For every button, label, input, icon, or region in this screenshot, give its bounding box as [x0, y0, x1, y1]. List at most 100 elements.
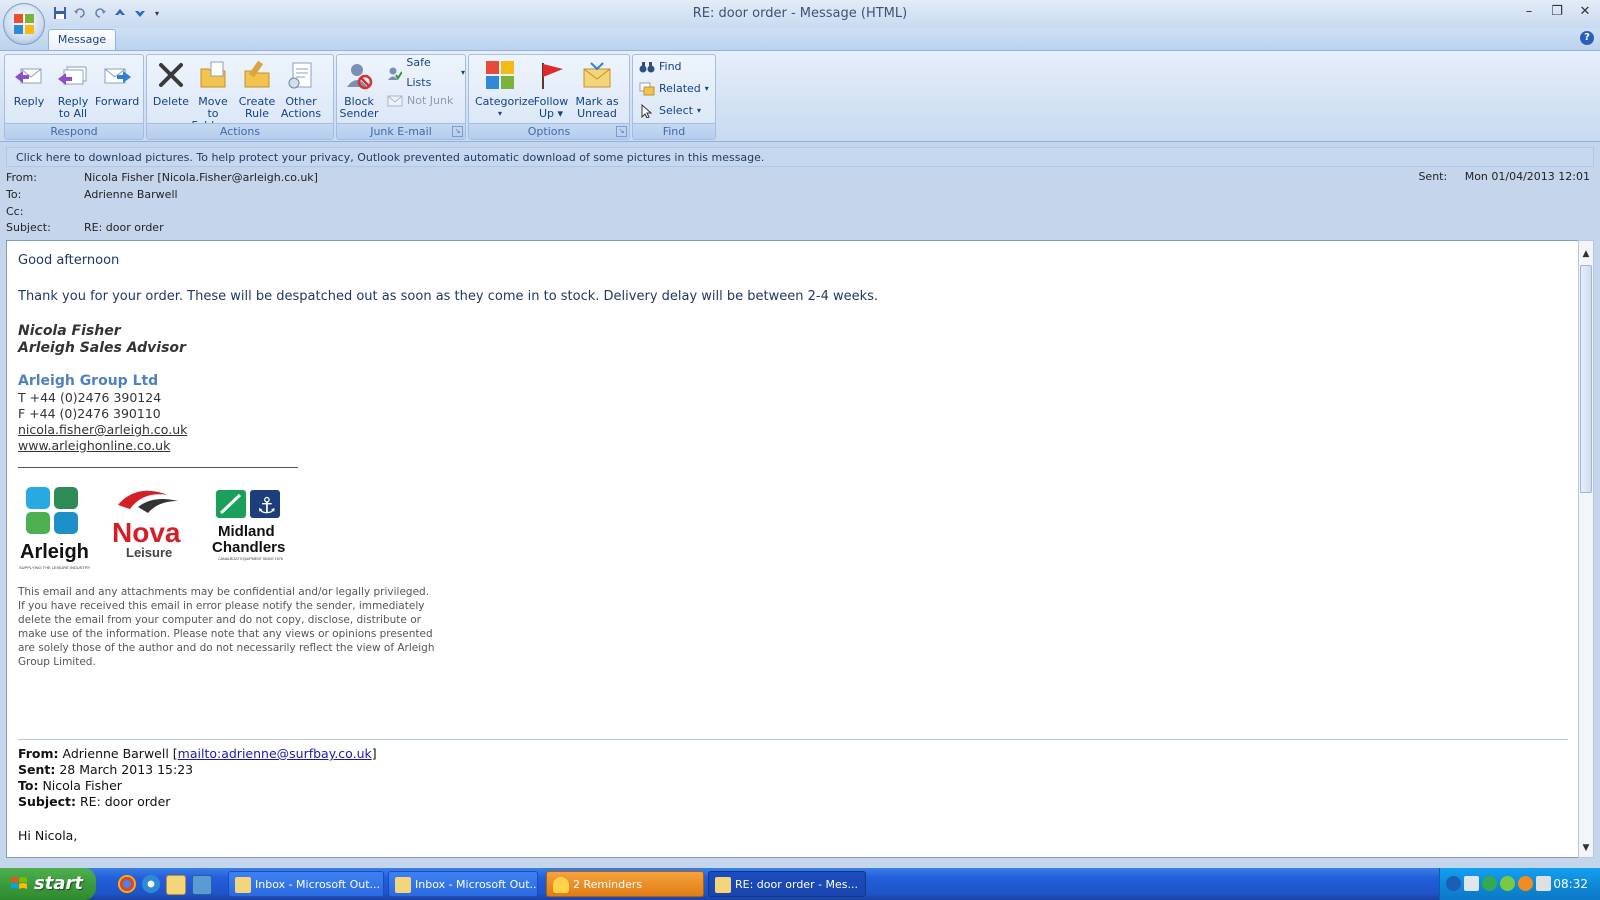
update-icon[interactable]	[1500, 876, 1515, 891]
tab-message[interactable]: Message	[48, 29, 116, 51]
minimize-button[interactable]: –	[1520, 4, 1538, 19]
company-logos: Arleigh SUPPLYING THE LEISURE INDUSTRY N…	[18, 485, 308, 575]
office-button[interactable]	[3, 3, 45, 45]
group-options: Categorize ▾ Follow Up ▾ Mark as Unread …	[468, 54, 630, 140]
window-controls: – ❐ ✕	[1520, 4, 1594, 19]
chrome-icon[interactable]	[118, 875, 136, 893]
group-label-respond: Respond	[5, 123, 143, 139]
outlook-icon[interactable]	[166, 875, 186, 895]
create-rule-icon	[244, 60, 270, 88]
group-label-junk-email: Junk E-mail	[337, 123, 465, 139]
outlook-inbox-icon	[395, 877, 411, 893]
svg-text:Midland: Midland	[218, 523, 275, 540]
quoted-mailto-link[interactable]: mailto:adrienne@surfbay.co.uk	[178, 746, 372, 761]
block-sender-icon	[347, 64, 373, 90]
envelope-icon	[715, 877, 731, 893]
taskbar-button-message[interactable]: RE: door order - Mes...	[708, 871, 866, 897]
categorize-button[interactable]: Categorize ▾	[475, 57, 534, 120]
download-pictures-infobar[interactable]: Click here to download pictures. To help…	[6, 147, 1594, 167]
reply-button[interactable]: Reply	[7, 57, 51, 108]
sent-value: Mon 01/04/2013 12:01	[1464, 170, 1590, 183]
ribbon-tab-row: Message ?	[0, 28, 1600, 51]
group-label-options: Options	[469, 123, 629, 139]
delete-button[interactable]: Delete	[149, 57, 193, 108]
restore-button[interactable]: ❐	[1548, 4, 1566, 19]
title-bar: ▾ RE: door order - Message (HTML) – ❐ ✕	[0, 0, 1600, 28]
move-to-folder-button[interactable]: Move to Folder ▾	[191, 57, 235, 132]
reply-all-icon	[58, 66, 87, 85]
tray-expand-icon[interactable]	[1446, 876, 1461, 891]
from-label: From:	[6, 171, 37, 184]
to-value[interactable]: Adrienne Barwell	[84, 187, 178, 203]
quoted-greeting: Hi Nicola,	[18, 828, 78, 843]
group-label-actions: Actions	[147, 123, 333, 139]
scrollbar-thumb[interactable]	[1580, 265, 1592, 493]
safe-lists-button[interactable]: Safe Lists ▾	[387, 56, 465, 89]
desktop-icon[interactable]	[192, 875, 212, 895]
close-button[interactable]: ✕	[1576, 4, 1594, 19]
forward-button[interactable]: Forward	[95, 57, 139, 108]
subject-label: Subject:	[6, 221, 51, 234]
signature-divider	[18, 467, 298, 468]
brand-logos-image: Arleigh SUPPLYING THE LEISURE INDUSTRY N…	[19, 487, 285, 570]
find-button[interactable]: Find	[639, 57, 682, 77]
sent-row: Sent: Mon 01/04/2013 12:01	[1418, 170, 1590, 183]
scroll-down-icon[interactable]: ▼	[1579, 841, 1593, 855]
from-value[interactable]: Nicola Fisher [Nicola.Fisher@arleigh.co.…	[84, 170, 318, 186]
windows-flag-icon	[11, 877, 27, 889]
group-find: Find Related ▾ Select ▾ Find	[632, 54, 716, 140]
reply-all-button[interactable]: Reply to All	[51, 57, 95, 120]
signature-email-link[interactable]: nicola.fisher@arleigh.co.uk	[18, 422, 187, 437]
alert-icon[interactable]	[1518, 876, 1533, 891]
not-junk-icon	[387, 95, 403, 107]
security-icon[interactable]	[1482, 876, 1497, 891]
forward-icon	[104, 68, 131, 84]
other-actions-button[interactable]: Other Actions ▾	[279, 57, 323, 132]
office-logo-icon	[14, 14, 34, 34]
message-body[interactable]: Good afternoon Thank you for your order.…	[6, 240, 1579, 858]
start-button[interactable]: start	[0, 868, 96, 900]
related-button[interactable]: Related ▾	[639, 79, 709, 99]
signature-title: Arleigh Sales Advisor	[18, 340, 186, 356]
group-label-find: Find	[633, 123, 715, 139]
quoted-subject: Subject: RE: door order	[18, 794, 171, 809]
tray-icons	[1446, 876, 1551, 891]
cursor-icon	[641, 104, 653, 118]
select-button[interactable]: Select ▾	[639, 101, 701, 121]
signature-website-link[interactable]: www.arleighonline.co.uk	[18, 438, 170, 453]
internet-explorer-icon[interactable]	[142, 875, 160, 893]
taskbar-button-reminders[interactable]: 2 Reminders	[546, 871, 704, 897]
svg-text:CANALBOAT EQUIPMENT SINCE 1976: CANALBOAT EQUIPMENT SINCE 1976	[218, 557, 283, 561]
group-actions: Delete Move to Folder ▾ Create Rule Othe…	[146, 54, 334, 140]
options-dialog-launcher[interactable]: ↘	[616, 126, 627, 137]
create-rule-button[interactable]: Create Rule	[235, 57, 279, 120]
svg-text:Arleigh: Arleigh	[20, 541, 89, 563]
system-tray: 08:32	[1439, 868, 1600, 900]
follow-up-button[interactable]: Follow Up ▾	[529, 57, 573, 120]
junk-email-dialog-launcher[interactable]: ↘	[452, 126, 463, 137]
midland-chandlers-logo: ⚓ Midland Chandlers CANALBOAT EQUIPMENT …	[212, 490, 285, 561]
to-label: To:	[6, 188, 22, 201]
clock: 08:32	[1553, 877, 1588, 891]
volume-icon[interactable]	[1536, 876, 1551, 891]
not-junk-button[interactable]: Not Junk	[387, 91, 453, 111]
outlook-inbox-icon	[235, 877, 251, 893]
taskbar-button-inbox-1[interactable]: Inbox - Microsoft Out...	[228, 871, 384, 897]
block-sender-button[interactable]: Block Sender	[337, 57, 381, 120]
svg-text:Nova: Nova	[112, 517, 181, 548]
safe-lists-icon	[388, 67, 403, 80]
legal-disclaimer: This email and any attachments may be co…	[18, 586, 435, 668]
ribbon: Reply Reply to All Forward Respond Delet…	[0, 50, 1600, 142]
other-actions-icon	[288, 62, 312, 89]
network-icon[interactable]	[1464, 876, 1479, 891]
svg-text:Leisure: Leisure	[126, 545, 172, 560]
vertical-scrollbar[interactable]: ▲ ▼	[1578, 240, 1594, 858]
mark-as-unread-icon	[583, 62, 611, 88]
help-icon[interactable]: ?	[1580, 31, 1594, 45]
follow-up-flag-icon	[542, 63, 563, 89]
signature-phone: T +44 (0)2476 390124	[18, 390, 162, 405]
arleigh-logo: Arleigh SUPPLYING THE LEISURE INDUSTRY	[19, 487, 91, 570]
taskbar-button-inbox-2[interactable]: Inbox - Microsoft Out...	[388, 871, 538, 897]
mark-as-unread-button[interactable]: Mark as Unread	[575, 57, 619, 120]
scroll-up-icon[interactable]: ▲	[1579, 247, 1593, 261]
